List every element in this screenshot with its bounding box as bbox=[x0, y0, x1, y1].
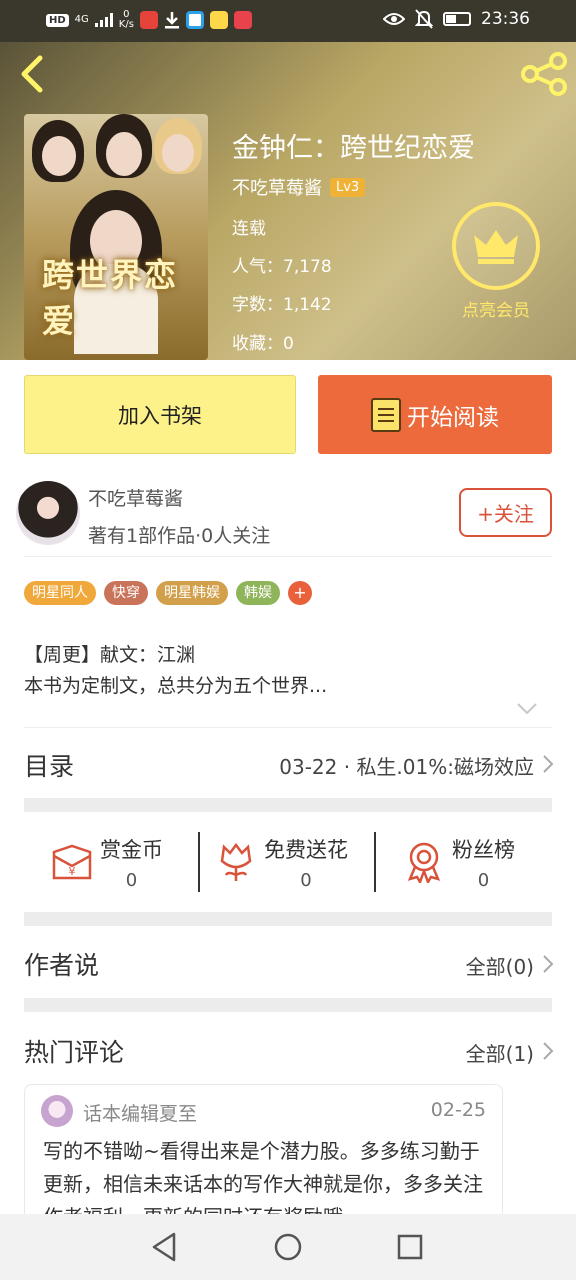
svg-text:¥: ¥ bbox=[69, 865, 76, 878]
battery-icon bbox=[443, 12, 471, 26]
clock: 23:36 bbox=[481, 9, 530, 29]
book-title: 金钟仁：跨世纪恋爱 bbox=[232, 133, 475, 164]
network-indicator: 4G bbox=[74, 14, 89, 25]
back-icon[interactable] bbox=[14, 54, 50, 94]
vip-button[interactable]: 点亮会员 bbox=[448, 202, 544, 321]
red-envelope-icon: ¥ bbox=[52, 844, 92, 880]
eye-icon bbox=[383, 13, 405, 25]
system-nav-bar bbox=[0, 1214, 576, 1280]
author-row[interactable]: 不吃草莓酱 Lv3 bbox=[232, 174, 366, 200]
description-line: 【周更】献文：江渊 bbox=[24, 644, 196, 666]
send-flower-button[interactable]: 免费送花 0 bbox=[216, 832, 348, 892]
divider bbox=[24, 556, 552, 557]
vip-label: 点亮会员 bbox=[462, 301, 530, 321]
nav-back-icon[interactable] bbox=[148, 1230, 182, 1264]
cover-figure bbox=[42, 136, 76, 176]
comment-card[interactable]: 话本编辑夏至 02-25 写的不错呦~看得出来是个潜力股。多多练习勤于更新，相信… bbox=[24, 1084, 503, 1224]
commenter-avatar[interactable] bbox=[41, 1095, 73, 1127]
stat-value: 0 bbox=[477, 869, 490, 891]
favorites-count: 收藏：0 bbox=[232, 334, 294, 354]
cover-title: 跨世界恋爱 bbox=[42, 256, 179, 340]
app-notification-icon bbox=[233, 11, 252, 29]
hd-indicator: HD bbox=[46, 13, 69, 27]
crown-icon bbox=[452, 202, 540, 290]
stat-label: 赏金币 bbox=[100, 837, 163, 862]
catalog-title[interactable]: 目录 bbox=[24, 747, 74, 783]
network-speed: 0 K/s bbox=[118, 9, 134, 30]
chevron-right-icon[interactable] bbox=[542, 754, 554, 774]
author-stats: 著有1部作品·0人关注 bbox=[88, 525, 271, 547]
chevron-right-icon[interactable] bbox=[542, 954, 554, 974]
stat-value: 0 bbox=[125, 869, 138, 891]
commenter-name[interactable]: 话本编辑夏至 bbox=[83, 1099, 197, 1126]
cover-figure bbox=[162, 134, 194, 172]
book-cover[interactable]: 跨世界恋爱 bbox=[24, 114, 208, 360]
nav-home-icon[interactable] bbox=[271, 1230, 305, 1264]
description-line: 本书为定制文，总共分为五个世界... bbox=[24, 675, 328, 697]
serial-status: 连载 bbox=[232, 219, 266, 239]
follow-button[interactable]: +关注 bbox=[459, 488, 552, 537]
tag[interactable]: 韩娱 bbox=[236, 581, 280, 605]
comment-date: 02-25 bbox=[430, 1099, 486, 1121]
stat-label: 粉丝榜 bbox=[452, 837, 515, 862]
app-notification-icon bbox=[139, 11, 158, 29]
mute-bell-icon bbox=[415, 9, 433, 29]
signal-icon bbox=[94, 13, 113, 27]
medal-icon bbox=[407, 842, 441, 883]
add-to-shelf-button[interactable]: 加入书架 bbox=[24, 375, 296, 454]
more-tags-button[interactable]: + bbox=[288, 581, 312, 605]
stat-label: 免费送花 bbox=[264, 837, 348, 862]
share-icon[interactable] bbox=[520, 52, 568, 96]
flower-icon bbox=[220, 842, 252, 881]
start-reading-label: 开始阅读 bbox=[407, 404, 499, 431]
section-separator bbox=[24, 998, 552, 1012]
level-badge: Lv3 bbox=[330, 177, 366, 197]
status-bar: HD 4G 0 K/s 23:36 bbox=[0, 0, 576, 42]
download-icon bbox=[164, 12, 179, 29]
tag-list: 明星同人 快穿 明星韩娱 韩娱 + bbox=[24, 581, 312, 605]
divider bbox=[198, 832, 200, 892]
hot-comments-title: 热门评论 bbox=[24, 1038, 125, 1067]
book-header: 跨世界恋爱 金钟仁：跨世纪恋爱 不吃草莓酱 Lv3 连载 人气：7,178 字数… bbox=[0, 42, 576, 360]
author-avatar[interactable] bbox=[16, 481, 80, 545]
chevron-right-icon[interactable] bbox=[542, 1041, 554, 1061]
latest-chapter[interactable]: 03-22 · 私生.01%:磁场效应 bbox=[279, 751, 534, 780]
battery-level bbox=[446, 15, 456, 23]
section-separator bbox=[24, 912, 552, 926]
word-count: 字数：1,142 bbox=[232, 295, 332, 315]
reward-coins-button[interactable]: ¥ 赏金币 0 bbox=[50, 832, 163, 892]
divider bbox=[24, 727, 552, 728]
book-icon bbox=[371, 397, 401, 432]
author-name[interactable]: 不吃草莓酱 bbox=[232, 174, 322, 200]
tag[interactable]: 明星同人 bbox=[24, 581, 96, 605]
nav-recents-icon[interactable] bbox=[393, 1230, 427, 1264]
author-say-all[interactable]: 全部(0) bbox=[466, 951, 534, 980]
app-notification-icon bbox=[185, 11, 204, 29]
tag[interactable]: 明星韩娱 bbox=[156, 581, 228, 605]
popularity: 人气：7,178 bbox=[232, 257, 332, 277]
stat-value: 0 bbox=[300, 869, 312, 891]
app-notification-icon bbox=[209, 11, 228, 29]
comment-text: 写的不错呦~看得出来是个潜力股。多多练习勤于更新，相信未来话本的写作大神就是你，… bbox=[43, 1139, 483, 1223]
author-say-title: 作者说 bbox=[24, 951, 100, 980]
fan-rank-button[interactable]: 粉丝榜 0 bbox=[404, 832, 515, 892]
section-separator bbox=[24, 798, 552, 812]
expand-chevron-icon[interactable] bbox=[516, 702, 538, 716]
cover-figure bbox=[106, 132, 142, 176]
start-reading-button[interactable]: 开始阅读 bbox=[318, 375, 552, 454]
divider bbox=[374, 832, 376, 892]
author-name[interactable]: 不吃草莓酱 bbox=[88, 484, 183, 511]
book-description[interactable]: 【周更】献文：江渊 本书为定制文，总共分为五个世界... bbox=[24, 640, 327, 702]
tag[interactable]: 快穿 bbox=[104, 581, 148, 605]
hot-comments-all[interactable]: 全部(1) bbox=[466, 1038, 534, 1067]
